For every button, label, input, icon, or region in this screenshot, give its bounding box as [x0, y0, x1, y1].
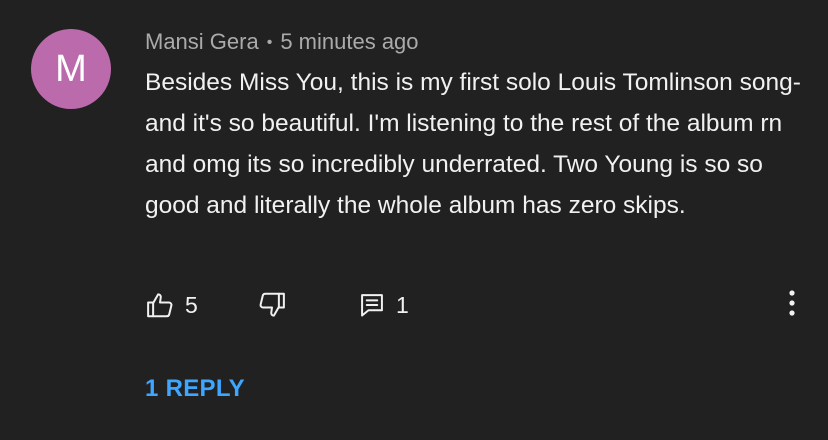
comment-text: Besides Miss You, this is my first solo … [145, 69, 801, 219]
comment-actions: 5 1 [0, 284, 828, 326]
more-options-button[interactable] [776, 284, 808, 326]
reply-button[interactable]: 1 [358, 284, 409, 326]
more-vertical-icon [788, 289, 796, 321]
view-replies-button[interactable]: 1 REPLY [145, 371, 245, 407]
dislike-button[interactable] [257, 284, 287, 326]
thumbs-up-icon [145, 290, 175, 320]
comment-icon [358, 291, 386, 319]
reply-count: 1 [396, 291, 409, 318]
like-count: 5 [185, 291, 198, 318]
comment-card: M Mansi Gera • 5 minutes ago Besides Miss … [0, 0, 828, 440]
comment-header: Mansi Gera • 5 minutes ago [145, 26, 419, 58]
thumbs-down-icon [257, 290, 287, 320]
meta-separator: • [266, 34, 273, 51]
comment-timestamp[interactable]: 5 minutes ago [280, 29, 418, 54]
avatar[interactable]: M [31, 29, 111, 109]
like-button[interactable]: 5 [145, 284, 198, 326]
avatar-letter: M [55, 48, 87, 90]
author-name[interactable]: Mansi Gera [145, 29, 259, 54]
